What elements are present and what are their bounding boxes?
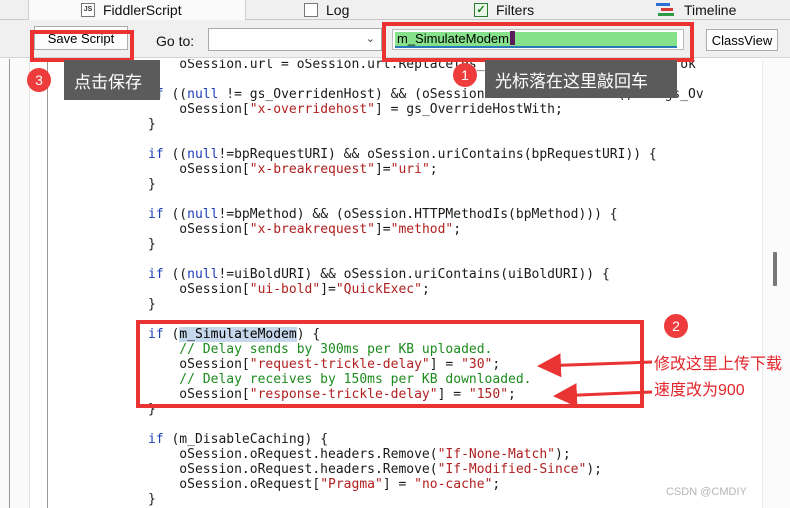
arrow-to-request-delay [537,353,653,378]
arrow-to-response-delay [553,383,653,408]
annotation-note-speed: 修改这里上传下载速度改为900 [654,356,783,399]
watermark: CSDN @CMDIY [666,486,747,498]
annotation-arrows [537,353,653,408]
